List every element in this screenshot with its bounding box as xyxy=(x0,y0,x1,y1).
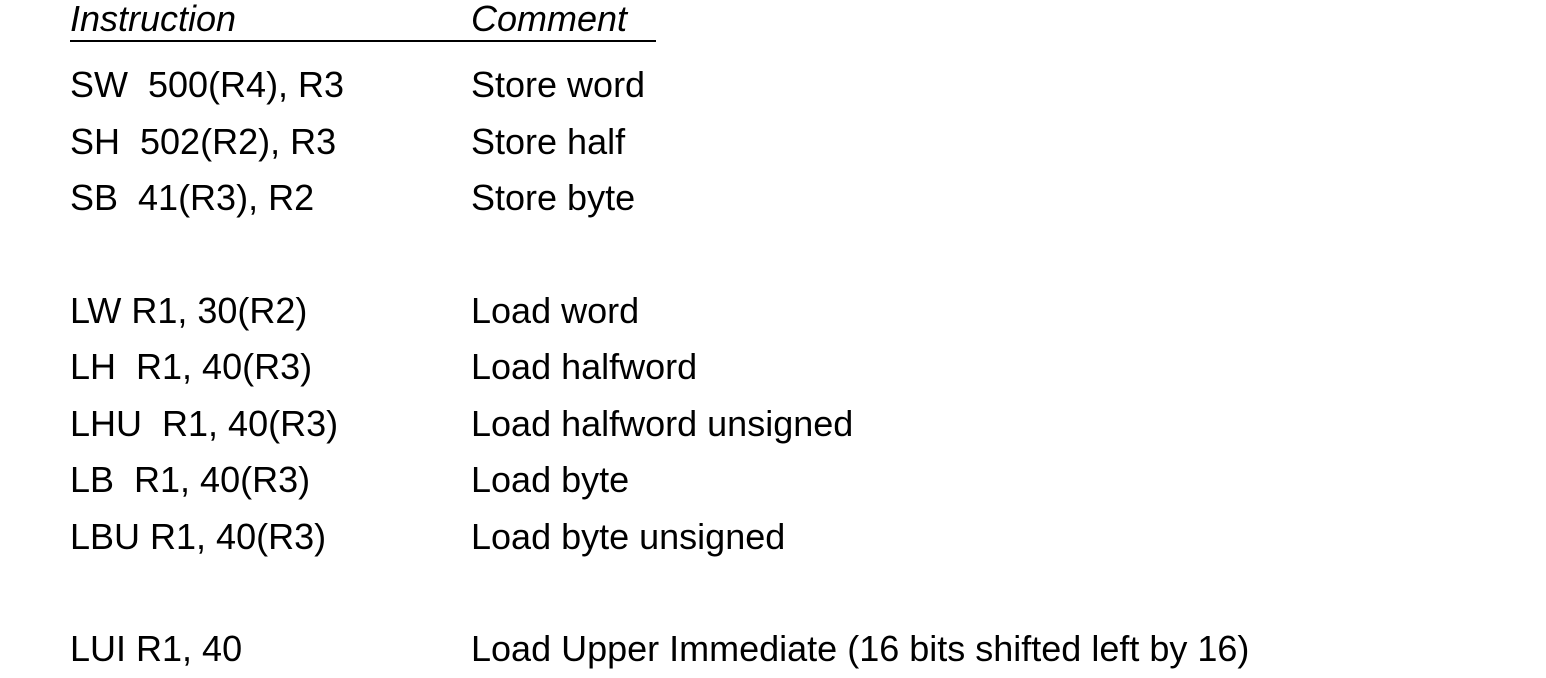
comment-cell: Load byte xyxy=(471,459,630,501)
table-row: LUI R1, 40 Load Upper Immediate (16 bits… xyxy=(70,621,1249,678)
table-body: SW 500(R4), R3 Store word SH 502(R2), R3… xyxy=(70,57,1249,678)
comment-cell: Load byte unsigned xyxy=(471,515,786,557)
table-row: LHU R1, 40(R3) Load halfword unsigned xyxy=(70,396,1249,453)
table-row: SH 502(R2), R3 Store half xyxy=(70,114,1249,171)
instruction-column-header: Instruction xyxy=(70,0,237,39)
instruction-cell: SH 502(R2), R3 xyxy=(70,120,337,162)
instruction-cell: LB R1, 40(R3) xyxy=(70,459,311,501)
comment-cell: Store byte xyxy=(471,177,636,219)
instruction-cell: SB 41(R3), R2 xyxy=(70,177,315,219)
table-row: LBU R1, 40(R3) Load byte unsigned xyxy=(70,509,1249,566)
table-row: SB 41(R3), R2 Store byte xyxy=(70,170,1249,227)
comment-cell: Load Upper Immediate (16 bits shifted le… xyxy=(471,628,1250,670)
instruction-cell: LW R1, 30(R2) xyxy=(70,289,308,331)
table-header: Instruction Comment xyxy=(70,0,656,42)
table-row: SW 500(R4), R3 Store word xyxy=(70,57,1249,114)
comment-cell: Store word xyxy=(471,64,646,106)
instruction-cell: LUI R1, 40 xyxy=(70,628,243,670)
comment-cell: Load halfword xyxy=(471,346,698,388)
comment-cell: Load halfword unsigned xyxy=(471,402,854,444)
instruction-table: Instruction Comment SW 500(R4), R3 Store… xyxy=(70,0,1249,678)
instruction-cell: LHU R1, 40(R3) xyxy=(70,402,339,444)
instruction-cell: LH R1, 40(R3) xyxy=(70,346,313,388)
comment-cell: Load word xyxy=(471,289,640,331)
table-row: LW R1, 30(R2) Load word xyxy=(70,283,1249,340)
instruction-cell: SW 500(R4), R3 xyxy=(70,64,345,106)
table-row: LB R1, 40(R3) Load byte xyxy=(70,452,1249,509)
instruction-cell: LBU R1, 40(R3) xyxy=(70,515,327,557)
table-row: LH R1, 40(R3) Load halfword xyxy=(70,339,1249,396)
comment-column-header: Comment xyxy=(471,0,628,39)
comment-cell: Store half xyxy=(471,120,626,162)
